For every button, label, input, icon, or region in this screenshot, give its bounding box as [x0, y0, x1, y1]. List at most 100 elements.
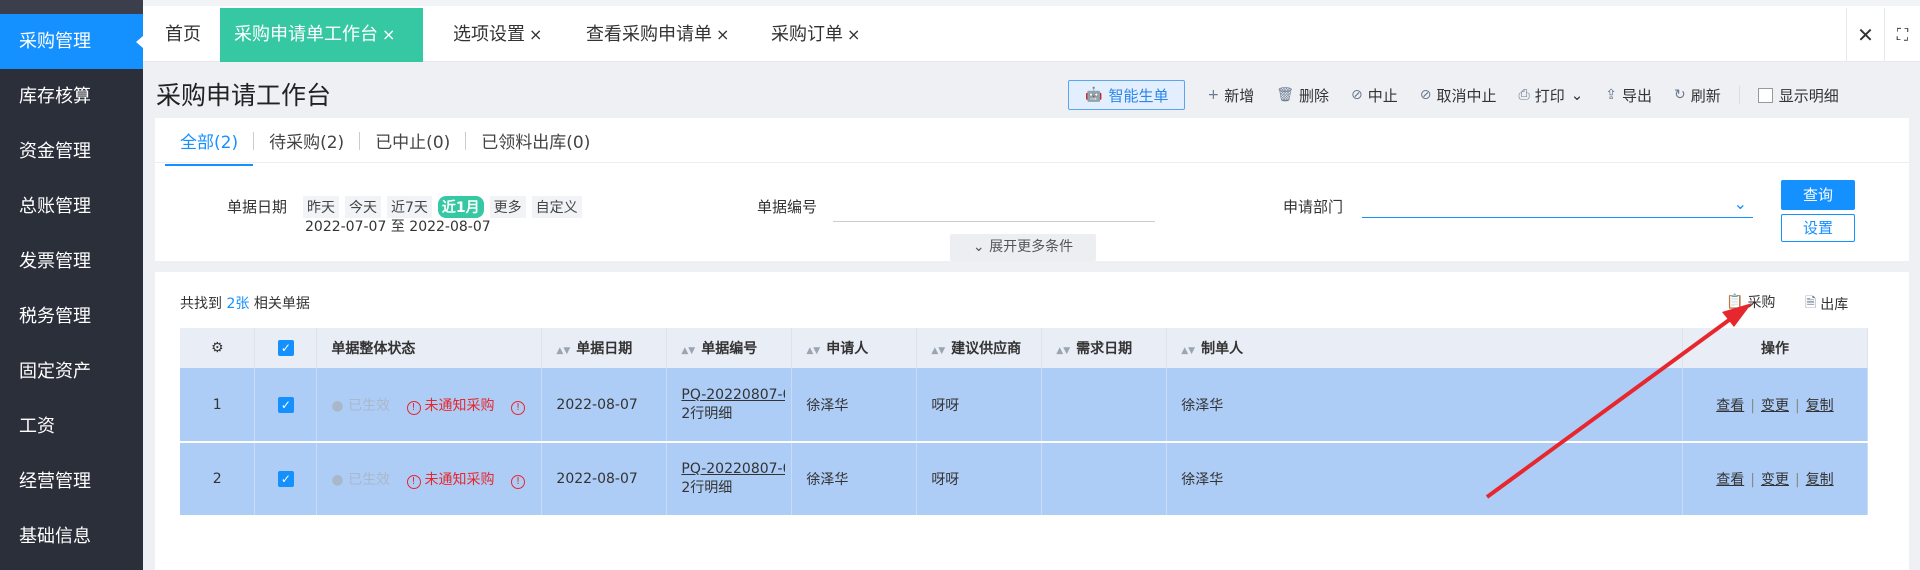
close-all-tabs-icon[interactable]: ✕: [1846, 8, 1884, 62]
clipboard-icon: 📋: [1726, 294, 1744, 310]
status-tab-pending[interactable]: 待采购(2): [254, 128, 359, 153]
close-icon[interactable]: ×: [529, 25, 542, 44]
copy-link[interactable]: 复制: [1806, 398, 1834, 414]
table-row[interactable]: 2 ✓ ● 已生效 ! 未通知采购 ! 2022-08-07 PQ-2022080…: [180, 442, 1869, 517]
status-tabs: 全部(2) 待采购(2) 已中止(0) 已领料出库(0): [165, 118, 605, 166]
date-option-1month[interactable]: 近1月: [437, 196, 484, 218]
sidebar-item-salary[interactable]: 工资: [0, 399, 143, 454]
date-to-word: 至: [390, 219, 405, 235]
sort-icon[interactable]: ▲▼: [681, 346, 695, 356]
query-button[interactable]: 查询: [1781, 180, 1855, 210]
chevron-down-icon[interactable]: ⌄: [1734, 194, 1747, 213]
checkbox-icon[interactable]: ✓: [277, 471, 294, 487]
row-supplier: 呀呀: [916, 368, 1043, 443]
row-checkbox[interactable]: ✓: [254, 442, 318, 517]
fullscreen-icon[interactable]: ⛶: [1884, 8, 1920, 62]
date-range[interactable]: 2022-07-07 至 2022-08-07: [305, 216, 491, 236]
date-option-custom[interactable]: 自定义: [531, 196, 582, 218]
close-icon[interactable]: ×: [847, 25, 860, 44]
view-link[interactable]: 查看: [1716, 472, 1744, 488]
smart-generate-button[interactable]: 🤖 智能生单: [1068, 80, 1186, 110]
tab-bar: 首页 采购申请单工作台 × 选项设置 × 查看采购申请单 × 采购订单 × ✕ ⛶: [143, 0, 1920, 62]
delete-label: 删除: [1298, 86, 1329, 105]
sort-icon[interactable]: ▲▼: [806, 346, 820, 356]
export-button[interactable]: ⇪ 导出: [1605, 85, 1652, 106]
sidebar-item-operations[interactable]: 经营管理: [0, 454, 143, 509]
tab-home[interactable]: 首页: [151, 8, 215, 62]
delete-button[interactable]: 🗑 删除: [1276, 85, 1329, 106]
checkbox-icon[interactable]: ✓: [277, 396, 294, 413]
gear-icon[interactable]: ⚙: [180, 328, 256, 368]
status-tab-all[interactable]: 全部(2): [165, 128, 254, 166]
select-all-checkbox[interactable]: ✓: [254, 328, 318, 368]
sidebar-item-fixed-assets[interactable]: 固定资产: [0, 344, 143, 399]
close-icon[interactable]: ×: [716, 25, 729, 44]
status-effective: ● 已生效: [331, 398, 390, 414]
purchase-button[interactable]: 📋 采购: [1726, 292, 1775, 312]
outbound-button[interactable]: 🗎 出库: [1805, 292, 1848, 316]
sidebar-item-ledger[interactable]: 总账管理: [0, 179, 143, 234]
col-docno[interactable]: ▲▼ 单据编号: [666, 328, 793, 368]
row-applicant: 徐泽华: [791, 442, 918, 517]
print-button[interactable]: ⎙ 打印 ⌄: [1519, 85, 1584, 106]
row-docno-link[interactable]: PQ-20220807-0: [681, 461, 785, 477]
stop-button[interactable]: ⊘ 中止: [1351, 85, 1398, 106]
row-docno-link[interactable]: PQ-20220807-0: [681, 387, 785, 403]
cancel-stop-button[interactable]: ⊘ 取消中止: [1420, 85, 1497, 106]
sort-icon[interactable]: ▲▼: [1181, 346, 1195, 356]
row-maker: 徐泽华: [1166, 442, 1683, 517]
date-option-more[interactable]: 更多: [489, 196, 526, 218]
check-circle-icon: ●: [331, 397, 344, 414]
row-checkbox[interactable]: ✓: [254, 368, 318, 443]
col-date[interactable]: ▲▼ 单据日期: [541, 328, 668, 368]
robot-icon: 🤖: [1085, 87, 1103, 103]
row-need-date: [1041, 368, 1168, 443]
docno-input[interactable]: [833, 196, 1155, 222]
sort-icon[interactable]: ▲▼: [556, 346, 570, 356]
docno-label: 单据编号: [757, 198, 818, 216]
sidebar-item-tax[interactable]: 税务管理: [0, 289, 143, 344]
status-tab-stopped[interactable]: 已中止(0): [360, 128, 465, 153]
sidebar-item-invoice[interactable]: 发票管理: [0, 234, 143, 289]
tab-options[interactable]: 选项设置 ×: [439, 8, 556, 62]
chevron-down-icon[interactable]: ⌄: [1571, 86, 1584, 104]
expand-more-button[interactable]: ⌄ 展开更多条件: [950, 234, 1096, 261]
sort-icon[interactable]: ▲▼: [931, 346, 945, 356]
purchase-label: 采购: [1747, 295, 1776, 311]
table-row[interactable]: 1 ✓ ● 已生效 ! 未通知采购 ! 2022-08-07 PQ-2022080…: [180, 368, 1869, 443]
tab-purchase-order[interactable]: 采购订单 ×: [757, 8, 874, 62]
date-option-yesterday[interactable]: 昨天: [303, 196, 339, 218]
tab-bar-top-line: [143, 0, 1920, 6]
checkbox-icon[interactable]: [1757, 87, 1773, 103]
sidebar: 采购管理 库存核算 资金管理 总账管理 发票管理 税务管理 固定资产 工资 经营…: [0, 0, 143, 570]
sidebar-item-funds[interactable]: 资金管理: [0, 124, 143, 179]
col-applicant[interactable]: ▲▼ 申请人: [791, 328, 918, 368]
tab-view-request[interactable]: 查看采购申请单 ×: [572, 8, 743, 62]
col-supplier[interactable]: ▲▼ 建议供应商: [916, 328, 1043, 368]
col-maker[interactable]: ▲▼ 制单人: [1166, 328, 1683, 368]
close-icon[interactable]: ×: [382, 25, 395, 44]
tab-label: 查看采购申请单: [586, 24, 712, 45]
sidebar-item-inventory[interactable]: 库存核算: [0, 69, 143, 124]
sort-icon[interactable]: ▲▼: [1056, 346, 1070, 356]
setting-button[interactable]: 设置: [1781, 214, 1855, 242]
change-link[interactable]: 变更: [1761, 472, 1789, 488]
col-need-date[interactable]: ▲▼ 需求日期: [1041, 328, 1168, 368]
status-tab-outbound[interactable]: 已领料出库(0): [466, 128, 605, 153]
view-link[interactable]: 查看: [1716, 398, 1744, 414]
checkbox-icon[interactable]: ✓: [277, 340, 294, 356]
stop-icon: ⊘: [1351, 87, 1363, 103]
sidebar-item-basic-info[interactable]: 基础信息: [0, 509, 143, 564]
copy-link[interactable]: 复制: [1806, 472, 1834, 488]
show-detail-checkbox[interactable]: 显示明细: [1757, 85, 1839, 106]
date-option-today[interactable]: 今天: [345, 196, 381, 218]
add-button[interactable]: + 新增: [1207, 85, 1254, 106]
sidebar-item-purchase[interactable]: 采购管理: [0, 14, 143, 69]
dept-select[interactable]: ⌄: [1362, 192, 1753, 218]
tab-purchase-request-workbench[interactable]: 采购申请单工作台 ×: [220, 8, 423, 62]
refresh-button[interactable]: ↻ 刷新: [1674, 85, 1721, 106]
filter-divider: [155, 162, 1909, 163]
change-link[interactable]: 变更: [1761, 398, 1789, 414]
date-option-7days[interactable]: 近7天: [387, 196, 432, 218]
col-supplier-label: 建议供应商: [951, 341, 1022, 357]
